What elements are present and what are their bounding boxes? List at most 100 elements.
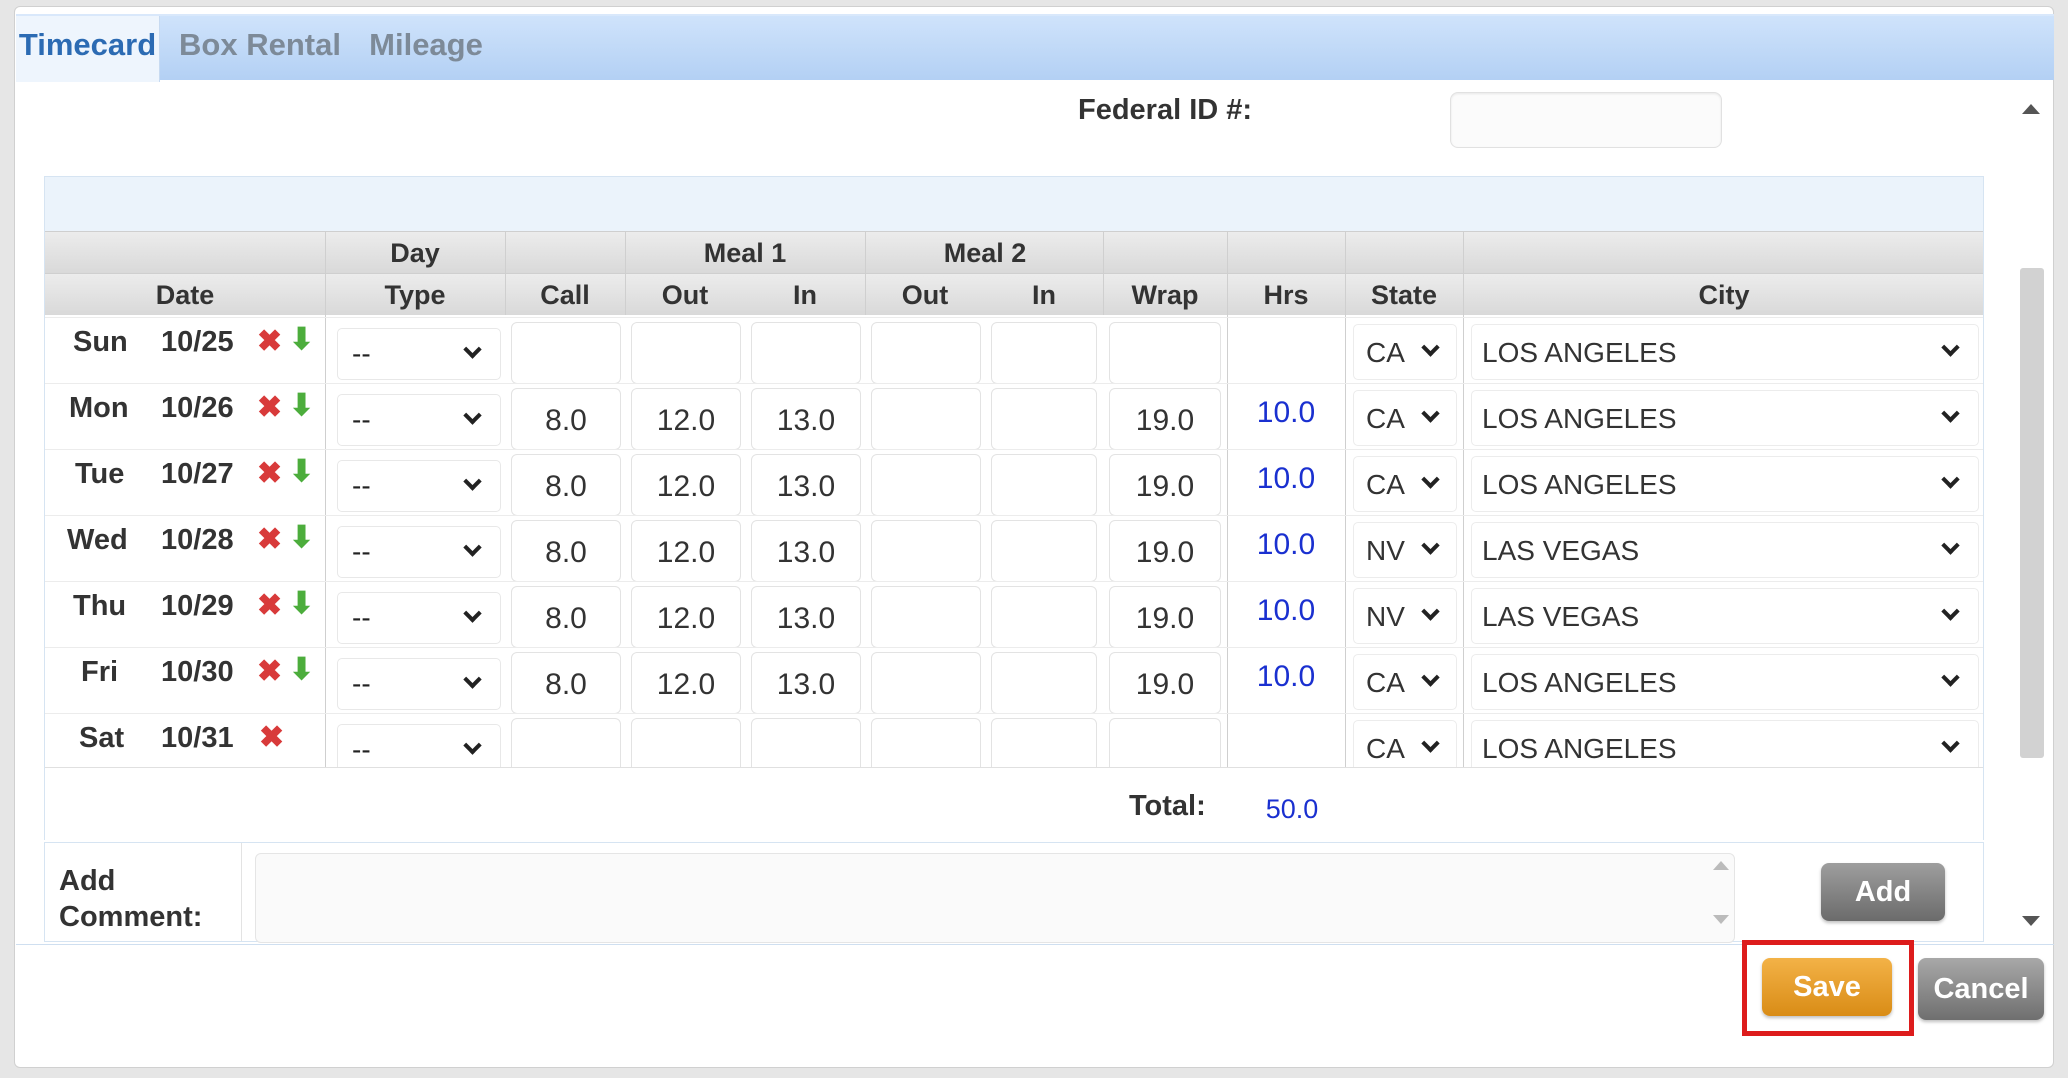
header-date: Date [155,280,215,310]
meal1-out-input[interactable]: 12.0 [631,586,741,648]
city-select[interactable]: LOS ANGELES [1471,654,1979,710]
arrow-down-icon[interactable]: ⬇ [289,520,314,555]
meal1-out-input[interactable] [631,322,741,384]
meal1-in-input[interactable]: 13.0 [751,586,861,648]
main-scrollbar[interactable] [2014,90,2050,940]
tab-timecard[interactable]: Timecard [16,16,160,82]
delete-x-icon[interactable]: ✖ [257,588,282,623]
day-type-select[interactable]: -- [337,658,501,710]
meal2-in-input[interactable] [991,652,1097,714]
federal-id-input[interactable] [1450,92,1722,148]
call-input[interactable]: 8.0 [511,652,621,714]
call-input[interactable]: 8.0 [511,520,621,582]
meal2-in-input[interactable] [991,322,1097,384]
chevron-down-icon [1421,470,1440,489]
meal2-out-input[interactable] [871,322,981,384]
day-type-select[interactable]: -- [337,592,501,644]
wrap-input[interactable]: 19.0 [1109,454,1221,516]
meal1-out-input[interactable]: 12.0 [631,652,741,714]
comment-textarea[interactable] [255,853,1735,943]
header-type: Type [384,280,446,310]
state-select[interactable]: NV [1353,522,1457,578]
save-button[interactable]: Save [1762,958,1892,1016]
arrow-down-icon[interactable]: ⬇ [289,652,314,687]
meal1-in-input[interactable] [751,322,861,384]
day-type-select[interactable]: -- [337,526,501,578]
day-type-value: -- [352,338,371,369]
header-call: Call [540,280,590,310]
wrap-input[interactable]: 19.0 [1109,652,1221,714]
day-type-select[interactable]: -- [337,328,501,380]
chevron-down-icon [463,340,482,359]
city-select[interactable]: LAS VEGAS [1471,522,1979,578]
day-type-select[interactable]: -- [337,460,501,512]
delete-x-icon[interactable]: ✖ [257,522,282,557]
meal1-in-input[interactable]: 13.0 [751,454,861,516]
cancel-button[interactable]: Cancel [1918,958,2044,1020]
state-select[interactable]: CA [1353,654,1457,710]
day-type-value: -- [352,668,371,699]
header-state: State [1370,280,1438,310]
meal1-in-input[interactable]: 13.0 [751,520,861,582]
call-input[interactable]: 8.0 [511,454,621,516]
meal2-out-input[interactable] [871,586,981,648]
row-date: 10/31 [161,722,234,754]
city-select[interactable]: LOS ANGELES [1471,324,1979,380]
header-city: City [1698,280,1750,310]
state-select[interactable]: NV [1353,588,1457,644]
wrap-input[interactable] [1109,322,1221,384]
call-input[interactable]: 8.0 [511,388,621,450]
meal2-out-input[interactable] [871,520,981,582]
meal1-out-input[interactable]: 12.0 [631,454,741,516]
delete-x-icon[interactable]: ✖ [257,654,282,689]
state-select[interactable]: CA [1353,390,1457,446]
arrow-down-icon[interactable]: ⬇ [289,388,314,423]
comment-scroll-up-icon[interactable] [1713,861,1729,870]
call-input[interactable]: 8.0 [511,586,621,648]
city-select[interactable]: LOS ANGELES [1471,390,1979,446]
call-input[interactable] [511,322,621,384]
state-value: NV [1366,601,1405,632]
col-sep [625,231,626,315]
meal1-in-input[interactable]: 13.0 [751,652,861,714]
scroll-up-arrow-icon[interactable] [2022,104,2040,114]
wrap-input[interactable]: 19.0 [1109,388,1221,450]
meal2-out-input[interactable] [871,388,981,450]
meal2-in-input[interactable] [991,454,1097,516]
meal2-out-input[interactable] [871,652,981,714]
delete-x-icon[interactable]: ✖ [257,456,282,491]
state-value: CA [1366,733,1405,764]
comment-scroll-down-icon[interactable] [1713,915,1729,924]
meal1-out-input[interactable]: 12.0 [631,520,741,582]
arrow-down-icon[interactable]: ⬇ [289,586,314,621]
delete-x-icon[interactable]: ✖ [259,720,284,755]
meal1-in-input[interactable]: 13.0 [751,388,861,450]
meal2-out-input[interactable] [871,454,981,516]
meal1-out-input[interactable]: 12.0 [631,388,741,450]
state-select[interactable]: CA [1353,324,1457,380]
row-day: Thu [73,590,127,622]
hours-value: 10.0 [1256,594,1316,627]
scroll-thumb[interactable] [2020,268,2044,758]
wrap-input[interactable]: 19.0 [1109,586,1221,648]
wrap-input[interactable]: 19.0 [1109,520,1221,582]
arrow-down-icon[interactable]: ⬇ [289,322,314,357]
meal2-in-input[interactable] [991,586,1097,648]
chevron-down-icon [1421,404,1440,423]
tab-box-rental[interactable]: Box Rental [176,16,344,82]
scroll-down-arrow-icon[interactable] [2022,916,2040,926]
delete-x-icon[interactable]: ✖ [257,324,282,359]
city-select[interactable]: LAS VEGAS [1471,588,1979,644]
tab-mileage[interactable]: Mileage [356,16,496,82]
meal2-in-input[interactable] [991,388,1097,450]
day-type-select[interactable]: -- [337,394,501,446]
add-comment-button[interactable]: Add [1821,863,1945,921]
day-type-value: -- [352,404,371,435]
delete-x-icon[interactable]: ✖ [257,390,282,425]
state-select[interactable]: CA [1353,456,1457,512]
chevron-down-icon [1941,536,1960,555]
city-select[interactable]: LOS ANGELES [1471,456,1979,512]
meal2-in-input[interactable] [991,520,1097,582]
arrow-down-icon[interactable]: ⬇ [289,454,314,489]
timecard-grid: Day Meal 1 Meal 2 Date Type Call Out In … [44,176,1984,841]
